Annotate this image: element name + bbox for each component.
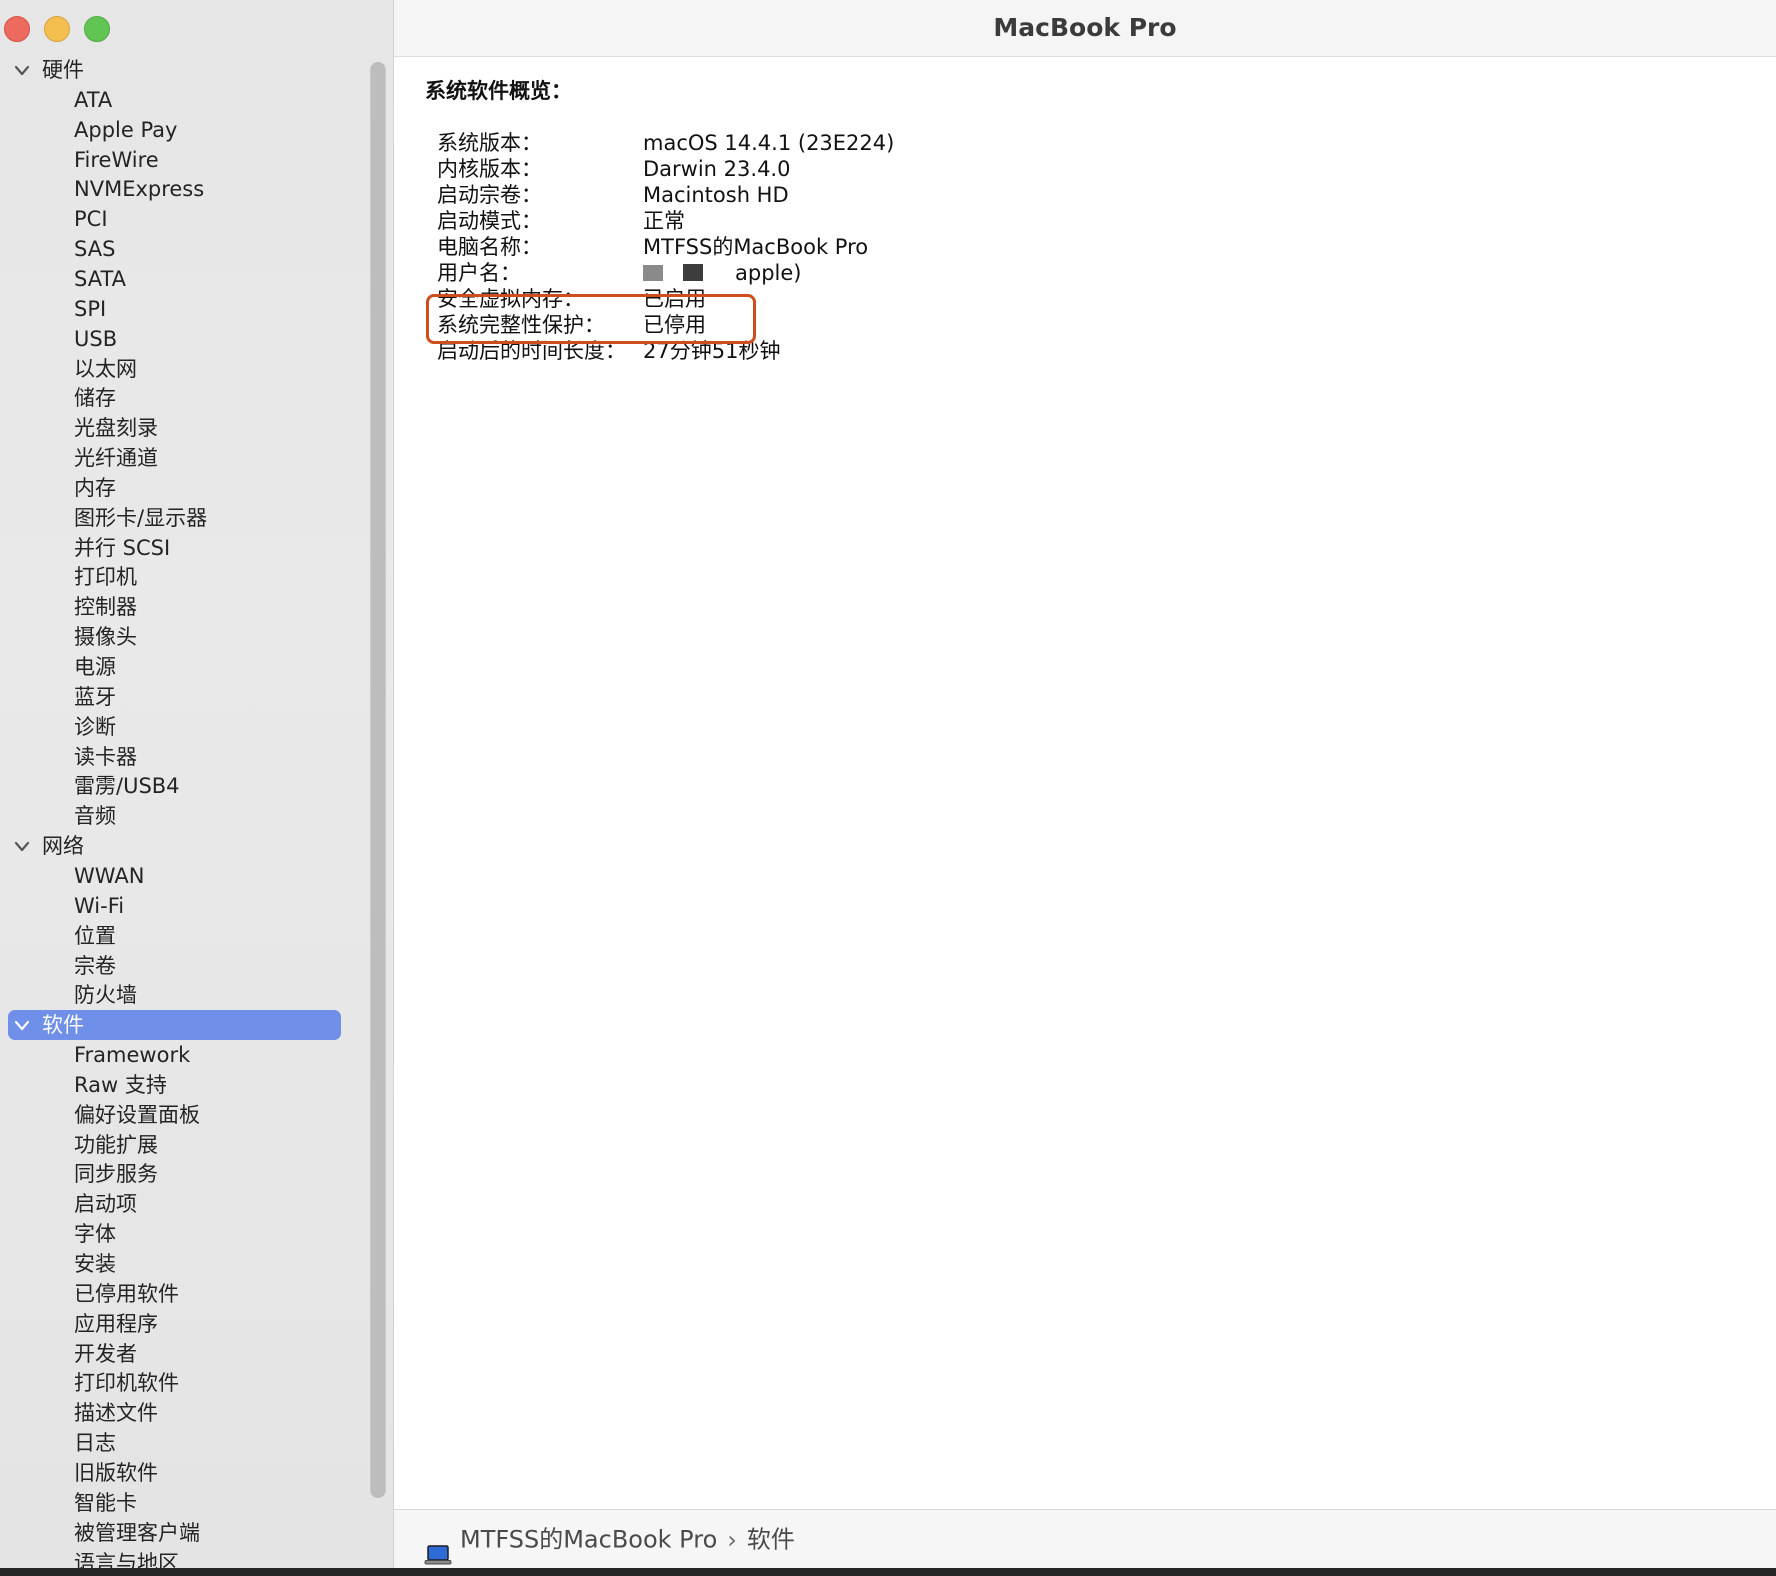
sidebar-group-0[interactable]: 硬件	[14, 55, 84, 85]
chevron-down-icon[interactable]	[14, 831, 34, 861]
sidebar-item[interactable]: 防火墙	[74, 980, 137, 1010]
sidebar-item[interactable]: 内存	[74, 473, 116, 503]
sidebar-item[interactable]: 宗卷	[74, 951, 116, 981]
sidebar-item[interactable]: 位置	[74, 921, 116, 951]
sidebar-item[interactable]: USB	[74, 324, 117, 354]
sidebar-item[interactable]: 功能扩展	[74, 1130, 158, 1160]
minimize-window-button[interactable]	[44, 16, 70, 42]
sidebar-item[interactable]: WWAN	[74, 861, 144, 891]
desktop-edge	[0, 1568, 1776, 1576]
sidebar-item[interactable]: 诊断	[74, 712, 116, 742]
sidebar-item[interactable]: 被管理客户端	[74, 1518, 200, 1548]
section-heading: 系统软件概览：	[425, 79, 572, 103]
path-computer[interactable]: MTFSS的MacBook Pro	[460, 1526, 717, 1554]
sidebar-item[interactable]: Framework	[74, 1040, 190, 1070]
info-row: 系统版本： macOS 14.4.1 (23E224)	[437, 130, 1137, 156]
sidebar-item[interactable]: 图形卡/显示器	[74, 503, 207, 533]
sidebar-item[interactable]: PCI	[74, 204, 108, 234]
system-information-window: 硬件 ATA Apple Pay FireWire NVMExpress PCI SAS SA…	[0, 0, 1776, 1568]
info-label: 用户名：	[437, 261, 521, 285]
sidebar-item[interactable]: 控制器	[74, 592, 137, 622]
path-bar: MTFSS的MacBook Pro › 软件	[394, 1509, 1776, 1568]
sidebar-item[interactable]: 并行 SCSI	[74, 533, 170, 563]
sidebar-item[interactable]: 读卡器	[74, 742, 137, 772]
sidebar-item[interactable]: SPI	[74, 294, 106, 324]
zoom-window-button[interactable]	[84, 16, 110, 42]
info-label: 启动宗卷：	[437, 183, 542, 207]
sidebar-item[interactable]: 安装	[74, 1249, 116, 1279]
sidebar-item[interactable]: 描述文件	[74, 1398, 158, 1428]
sidebar-item[interactable]: FireWire	[74, 145, 159, 175]
detail-pane: 系统软件概览： 系统版本： macOS 14.4.1 (23E224) 内核版本： D…	[394, 57, 1776, 1509]
info-row: 内核版本： Darwin 23.4.0	[437, 156, 1137, 182]
sidebar-group-1[interactable]: 网络	[14, 831, 84, 861]
sidebar-item[interactable]: 摄像头	[74, 622, 137, 652]
sidebar-group-label: 软件	[42, 1013, 84, 1037]
window-title: MacBook Pro	[993, 13, 1177, 42]
sidebar-item[interactable]: 雷雳/USB4	[74, 771, 180, 801]
info-row: 用户名： apple)	[437, 260, 1137, 286]
sidebar-item[interactable]: Apple Pay	[74, 115, 177, 145]
info-row: 启动宗卷： Macintosh HD	[437, 182, 1137, 208]
title-bar: MacBook Pro	[394, 0, 1776, 57]
laptop-icon	[424, 1529, 452, 1565]
info-label: 系统版本：	[437, 131, 542, 155]
sidebar-item[interactable]: 打印机软件	[74, 1368, 179, 1398]
info-row: 启动模式： 正常	[437, 208, 1137, 234]
sidebar-item[interactable]: 偏好设置面板	[74, 1100, 200, 1130]
sidebar-item[interactable]: 光纤通道	[74, 443, 158, 473]
sidebar-item[interactable]: 旧版软件	[74, 1458, 158, 1488]
info-row: 电脑名称： MTFSS的MacBook Pro	[437, 234, 1137, 260]
sidebar-item[interactable]: ATA	[74, 85, 112, 115]
sidebar-item[interactable]: 电源	[74, 652, 116, 682]
redacted-block	[643, 265, 663, 281]
info-value: MTFSS的MacBook Pro	[643, 235, 869, 259]
sidebar-item[interactable]: 字体	[74, 1219, 116, 1249]
info-label: 内核版本：	[437, 157, 542, 181]
sidebar-item[interactable]: 已停用软件	[74, 1279, 179, 1309]
info-value: macOS 14.4.1 (23E224)	[643, 131, 895, 155]
sidebar-group-label: 网络	[42, 834, 84, 858]
sidebar-item[interactable]: 打印机	[74, 562, 137, 592]
sidebar-item[interactable]: 储存	[74, 383, 116, 413]
sidebar-item[interactable]: 启动项	[74, 1189, 137, 1219]
sidebar-item[interactable]: 开发者	[74, 1339, 137, 1369]
info-label: 电脑名称：	[437, 235, 542, 259]
sidebar-item[interactable]: 蓝牙	[74, 682, 116, 712]
sidebar-item[interactable]: NVMExpress	[74, 174, 204, 204]
info-value: apple)	[735, 261, 802, 285]
info-value: Macintosh HD	[643, 183, 789, 207]
close-window-button[interactable]	[4, 16, 30, 42]
sidebar-scrollbar-thumb[interactable]	[371, 62, 385, 1498]
sidebar-item[interactable]: 日志	[74, 1428, 116, 1458]
path-section[interactable]: 软件	[747, 1526, 795, 1554]
sidebar-group-2[interactable]: 软件	[14, 1010, 84, 1040]
info-value: Darwin 23.4.0	[643, 157, 791, 181]
highlight-annotation	[426, 294, 756, 344]
sidebar-item[interactable]: 应用程序	[74, 1309, 158, 1339]
sidebar-item[interactable]: 同步服务	[74, 1159, 158, 1189]
sidebar: 硬件 ATA Apple Pay FireWire NVMExpress PCI SAS SA…	[0, 0, 394, 1568]
path-separator: ›	[727, 1525, 737, 1554]
sidebar-item[interactable]: 光盘刻录	[74, 413, 158, 443]
sidebar-item[interactable]: 音频	[74, 801, 116, 831]
redacted-block	[683, 264, 703, 281]
sidebar-item[interactable]: 语言与地区	[74, 1548, 179, 1568]
sidebar-item[interactable]: SATA	[74, 264, 126, 294]
sidebar-item[interactable]: SAS	[74, 234, 115, 264]
sidebar-group-label: 硬件	[42, 58, 84, 82]
chevron-down-icon[interactable]	[14, 55, 34, 85]
sidebar-item[interactable]: 以太网	[74, 354, 137, 384]
sidebar-item[interactable]: Raw 支持	[74, 1070, 167, 1100]
chevron-down-icon[interactable]	[14, 1010, 34, 1040]
sidebar-item[interactable]: 智能卡	[74, 1488, 137, 1518]
info-value: 正常	[643, 209, 685, 233]
sidebar-item[interactable]: Wi-Fi	[74, 891, 124, 921]
info-label: 启动模式：	[437, 209, 542, 233]
